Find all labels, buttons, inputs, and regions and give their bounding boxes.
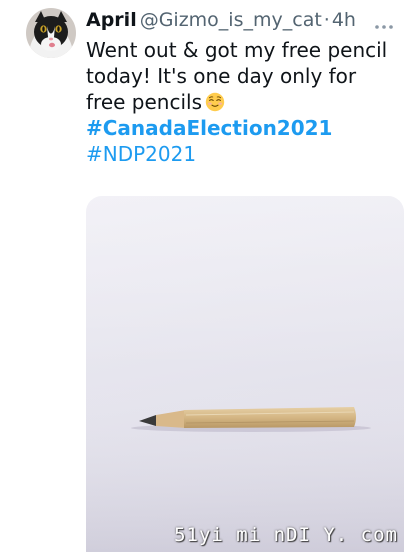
tweet-text: Went out & got my free pencil today! It'… — [86, 37, 402, 167]
header-separator: · — [323, 9, 330, 31]
relieved-face-emoji-icon — [205, 92, 225, 112]
tweet-text-line-3: free pencils — [86, 89, 402, 115]
author-handle[interactable]: @Gizmo_is_my_cat — [140, 9, 322, 31]
tweet-header: April @Gizmo_is_my_cat · 4h — [86, 7, 397, 33]
tweet-media-photo[interactable]: 51yi mi nDI Y. com — [86, 196, 404, 552]
pencil-photo — [86, 196, 404, 552]
hashtag-ndp-2021[interactable]: #NDP2021 — [86, 141, 402, 167]
author-display-name[interactable]: April — [86, 9, 137, 31]
cat-avatar-image — [26, 8, 76, 58]
watermark-text: 51yi mi nDI Y. com — [174, 524, 398, 546]
more-horizontal-icon[interactable] — [373, 14, 395, 29]
tweet[interactable]: April @Gizmo_is_my_cat · 4h Went out & got … — [0, 0, 407, 552]
tweet-timestamp[interactable]: 4h — [332, 9, 356, 31]
tweet-text-line-2: today! It's one day only for — [86, 64, 357, 88]
hashtag-canada-election-2021[interactable]: #CanadaElection2021 — [86, 115, 402, 141]
tweet-text-line-1: Went out & got my free pencil — [86, 38, 388, 62]
tweet-text-line-3-text: free pencils — [86, 90, 202, 114]
cat-avatar[interactable] — [26, 8, 76, 58]
